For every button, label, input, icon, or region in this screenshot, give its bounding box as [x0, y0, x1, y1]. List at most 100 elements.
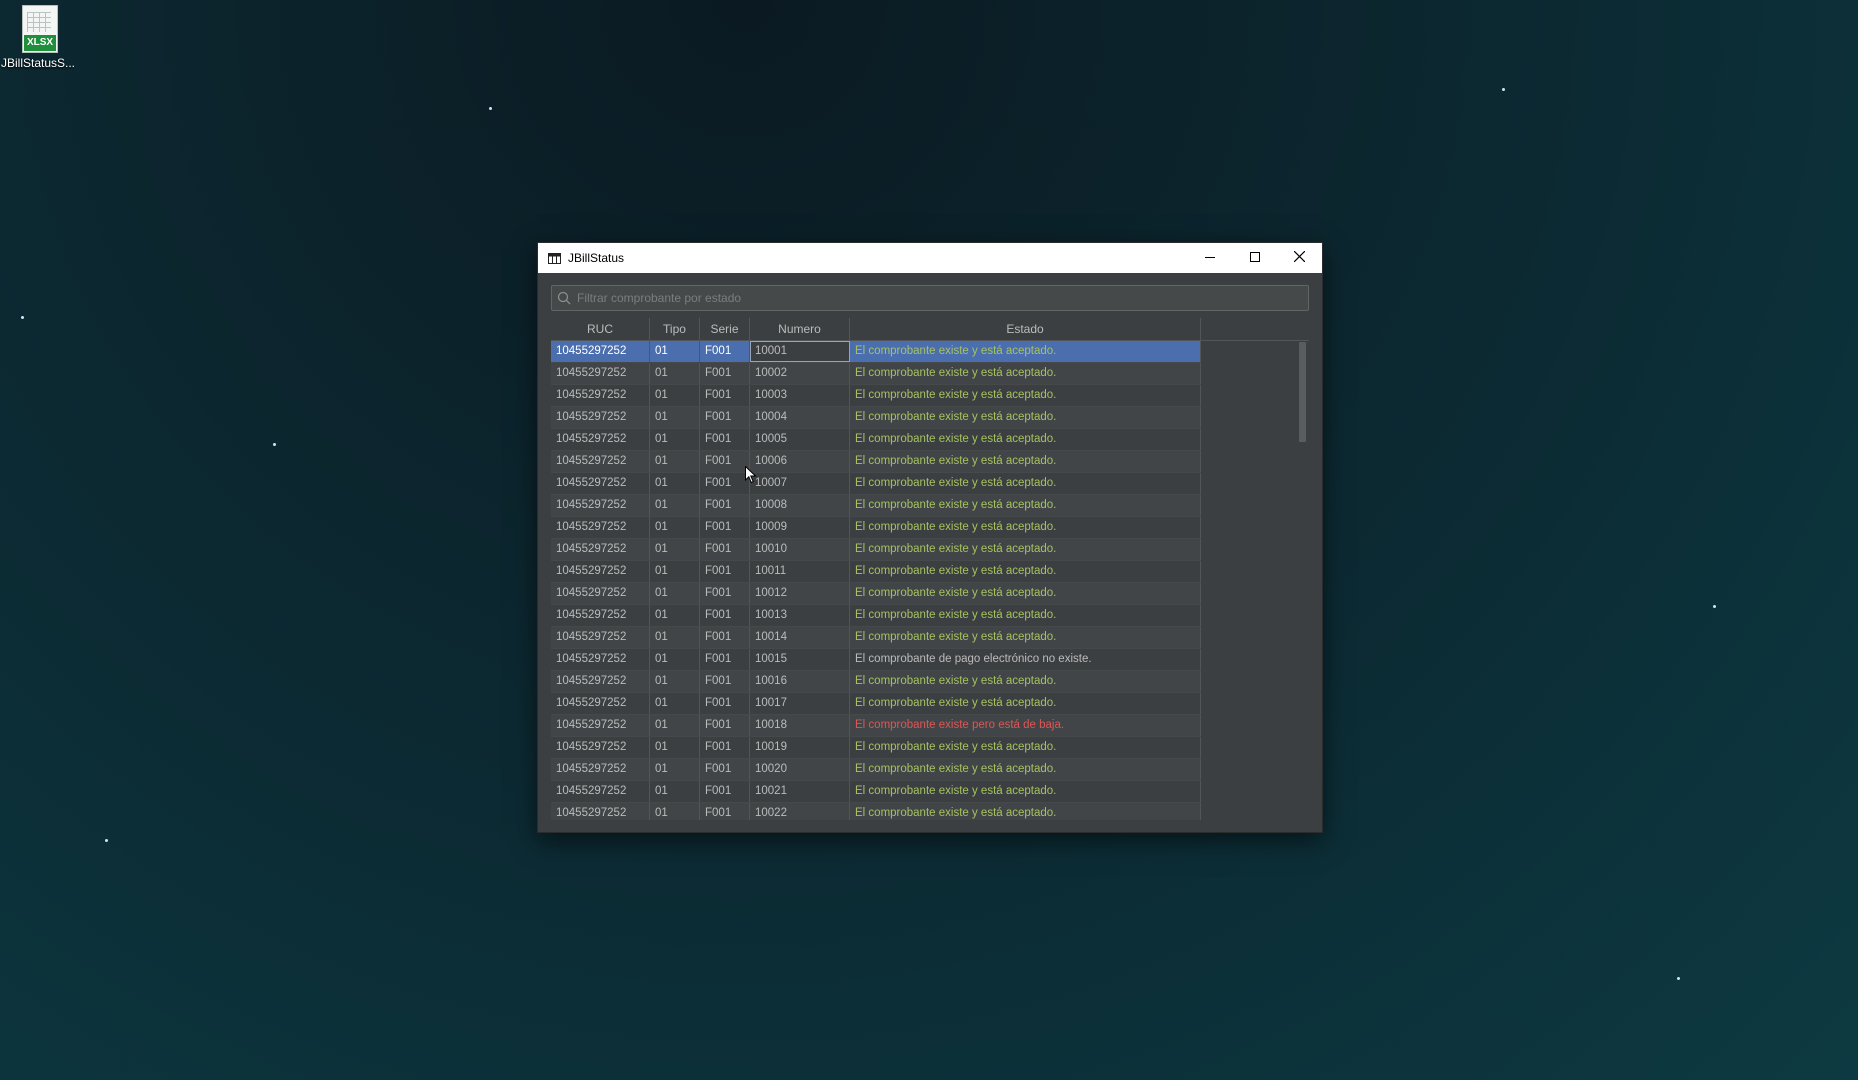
cell-estado[interactable]: El comprobante existe y está aceptado. [850, 539, 1201, 560]
cell-serie[interactable]: F001 [700, 539, 750, 560]
cell-serie[interactable]: F001 [700, 803, 750, 820]
cell-numero[interactable]: 10016 [750, 671, 850, 692]
cell-serie[interactable]: F001 [700, 737, 750, 758]
cell-ruc[interactable]: 10455297252 [551, 715, 650, 736]
cell-estado[interactable]: El comprobante existe y está aceptado. [850, 759, 1201, 780]
title-bar[interactable]: JBillStatus [538, 243, 1322, 273]
cell-tipo[interactable]: 01 [650, 803, 700, 820]
cell-numero[interactable]: 10004 [750, 407, 850, 428]
cell-estado[interactable]: El comprobante existe y está aceptado. [850, 803, 1201, 820]
cell-estado[interactable]: El comprobante existe y está aceptado. [850, 583, 1201, 604]
table-row[interactable]: 10455297252 01 F001 10003 El comprobante exi… [551, 385, 1201, 407]
cell-tipo[interactable]: 01 [650, 627, 700, 648]
cell-numero[interactable]: 10012 [750, 583, 850, 604]
cell-estado[interactable]: El comprobante existe y está aceptado. [850, 627, 1201, 648]
cell-numero[interactable]: 10008 [750, 495, 850, 516]
cell-numero[interactable]: 10019 [750, 737, 850, 758]
cell-numero[interactable]: 10017 [750, 693, 850, 714]
cell-ruc[interactable]: 10455297252 [551, 363, 650, 384]
cell-tipo[interactable]: 01 [650, 715, 700, 736]
cell-serie[interactable]: F001 [700, 451, 750, 472]
cell-serie[interactable]: F001 [700, 429, 750, 450]
cell-serie[interactable]: F001 [700, 407, 750, 428]
cell-numero[interactable]: 10021 [750, 781, 850, 802]
table-row[interactable]: 10455297252 01 F001 10011 El comprobante exi… [551, 561, 1201, 583]
cell-numero[interactable]: 10009 [750, 517, 850, 538]
cell-tipo[interactable]: 01 [650, 539, 700, 560]
cell-ruc[interactable]: 10455297252 [551, 803, 650, 820]
cell-ruc[interactable]: 10455297252 [551, 385, 650, 406]
scrollbar-thumb[interactable] [1299, 342, 1306, 442]
cell-estado[interactable]: El comprobante existe y está aceptado. [850, 407, 1201, 428]
cell-numero[interactable]: 10011 [750, 561, 850, 582]
cell-tipo[interactable]: 01 [650, 363, 700, 384]
cell-serie[interactable]: F001 [700, 693, 750, 714]
table-row[interactable]: 10455297252 01 F001 10017 El comprobante exi… [551, 693, 1201, 715]
cell-numero[interactable]: 10006 [750, 451, 850, 472]
table-row[interactable]: 10455297252 01 F001 10018 El comprobante exi… [551, 715, 1201, 737]
cell-tipo[interactable]: 01 [650, 781, 700, 802]
cell-tipo[interactable]: 01 [650, 671, 700, 692]
cell-ruc[interactable]: 10455297252 [551, 341, 650, 362]
cell-serie[interactable]: F001 [700, 671, 750, 692]
cell-estado[interactable]: El comprobante existe y está aceptado. [850, 495, 1201, 516]
cell-tipo[interactable]: 01 [650, 341, 700, 362]
cell-ruc[interactable]: 10455297252 [551, 781, 650, 802]
table-row[interactable]: 10455297252 01 F001 10020 El comprobante exi… [551, 759, 1201, 781]
cell-numero[interactable]: 10014 [750, 627, 850, 648]
cell-numero[interactable]: 10010 [750, 539, 850, 560]
cell-tipo[interactable]: 01 [650, 649, 700, 670]
cell-estado[interactable]: El comprobante existe y está aceptado. [850, 363, 1201, 384]
cell-estado[interactable]: El comprobante existe y está aceptado. [850, 781, 1201, 802]
cell-serie[interactable]: F001 [700, 649, 750, 670]
column-header-estado[interactable]: Estado [850, 318, 1201, 340]
table-row[interactable]: 10455297252 01 F001 10006 El comprobante exi… [551, 451, 1201, 473]
table-row[interactable]: 10455297252 01 F001 10021 El comprobante exi… [551, 781, 1201, 803]
cell-ruc[interactable]: 10455297252 [551, 649, 650, 670]
cell-tipo[interactable]: 01 [650, 495, 700, 516]
cell-numero[interactable]: 10015 [750, 649, 850, 670]
cell-tipo[interactable]: 01 [650, 583, 700, 604]
cell-serie[interactable]: F001 [700, 759, 750, 780]
cell-tipo[interactable]: 01 [650, 429, 700, 450]
table-row[interactable]: 10455297252 01 F001 10010 El comprobante exi… [551, 539, 1201, 561]
cell-tipo[interactable]: 01 [650, 561, 700, 582]
desktop-file-icon[interactable]: XLSX JBillStatusS... [0, 5, 76, 70]
cell-serie[interactable]: F001 [700, 385, 750, 406]
cell-tipo[interactable]: 01 [650, 451, 700, 472]
table-row[interactable]: 10455297252 01 F001 10022 El comprobante exi… [551, 803, 1201, 820]
cell-serie[interactable]: F001 [700, 605, 750, 626]
cell-estado[interactable]: El comprobante existe y está aceptado. [850, 451, 1201, 472]
cell-ruc[interactable]: 10455297252 [551, 693, 650, 714]
table-row[interactable]: 10455297252 01 F001 10002 El comprobante exi… [551, 363, 1201, 385]
cell-ruc[interactable]: 10455297252 [551, 517, 650, 538]
minimize-button[interactable] [1187, 243, 1232, 273]
column-header-ruc[interactable]: RUC [551, 318, 650, 340]
table-row[interactable]: 10455297252 01 F001 10007 El comprobante exi… [551, 473, 1201, 495]
cell-numero[interactable]: 10020 [750, 759, 850, 780]
column-header-serie[interactable]: Serie [700, 318, 750, 340]
cell-ruc[interactable]: 10455297252 [551, 495, 650, 516]
cell-numero[interactable]: 10003 [750, 385, 850, 406]
vertical-scrollbar[interactable] [1299, 342, 1307, 820]
cell-serie[interactable]: F001 [700, 715, 750, 736]
table-row[interactable]: 10455297252 01 F001 10012 El comprobante exi… [551, 583, 1201, 605]
cell-numero[interactable]: 10001 [750, 341, 850, 362]
cell-estado[interactable]: El comprobante existe y está aceptado. [850, 605, 1201, 626]
table-row[interactable]: 10455297252 01 F001 10019 El comprobante exi… [551, 737, 1201, 759]
cell-estado[interactable]: El comprobante existe y está aceptado. [850, 341, 1201, 362]
cell-numero[interactable]: 10005 [750, 429, 850, 450]
filter-input[interactable] [575, 290, 1279, 306]
column-header-numero[interactable]: Numero [750, 318, 850, 340]
cell-ruc[interactable]: 10455297252 [551, 451, 650, 472]
table-row[interactable]: 10455297252 01 F001 10016 El comprobante exi… [551, 671, 1201, 693]
cell-serie[interactable]: F001 [700, 363, 750, 384]
close-button[interactable] [1277, 243, 1322, 273]
cell-ruc[interactable]: 10455297252 [551, 473, 650, 494]
cell-numero[interactable]: 10022 [750, 803, 850, 820]
cell-estado[interactable]: El comprobante existe y está aceptado. [850, 429, 1201, 450]
cell-estado[interactable]: El comprobante existe y está aceptado. [850, 517, 1201, 538]
cell-serie[interactable]: F001 [700, 517, 750, 538]
cell-estado[interactable]: El comprobante de pago electrónico no ex… [850, 649, 1201, 670]
cell-ruc[interactable]: 10455297252 [551, 605, 650, 626]
